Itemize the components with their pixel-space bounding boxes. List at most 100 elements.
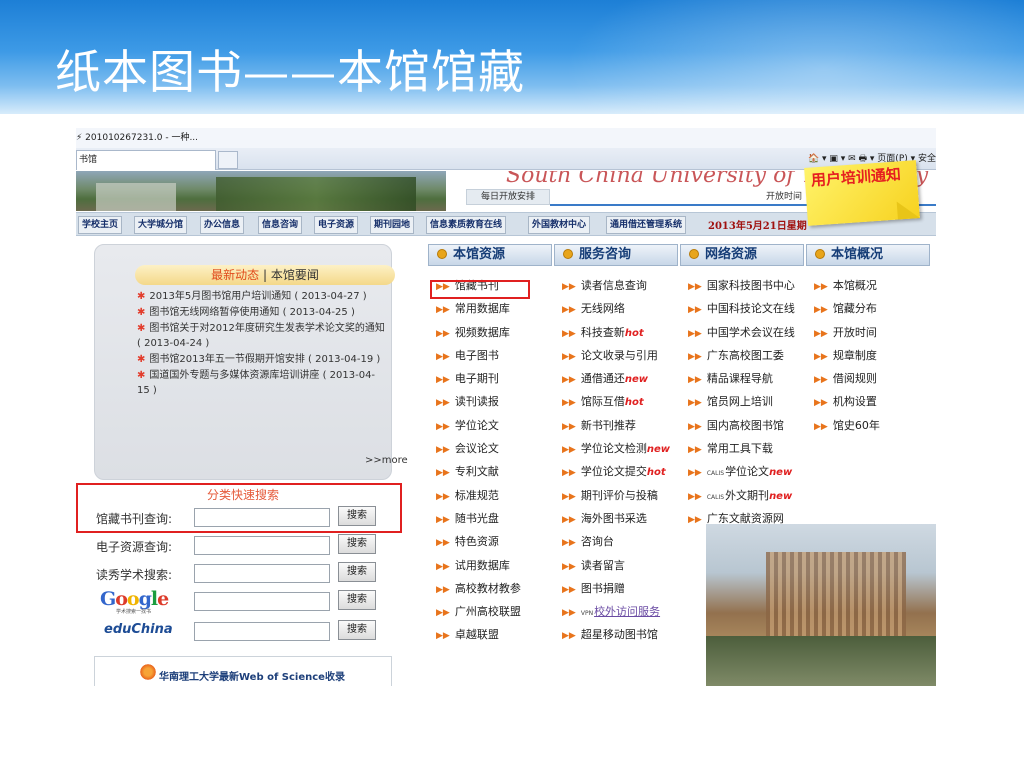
new-badge: new: [624, 374, 648, 386]
column-header: 服务咨询: [554, 244, 678, 266]
new-badge: new: [769, 467, 793, 479]
resource-link[interactable]: ▶▶ 常用数据库: [428, 297, 552, 320]
service-link[interactable]: ▶▶ 期刊评价与投稿: [554, 484, 678, 507]
service-link[interactable]: ▶▶ 馆际互借hot: [554, 390, 678, 413]
eresource-search-input[interactable]: [194, 536, 330, 555]
google-search-button[interactable]: 搜索: [338, 590, 376, 610]
overview-link[interactable]: ▶▶ 开放时间: [806, 321, 930, 344]
nav-journal-garden[interactable]: 期刊园地: [370, 216, 415, 234]
network-link[interactable]: ▶▶ 常用工具下载: [680, 437, 804, 460]
educhina-search-input[interactable]: [194, 622, 330, 641]
service-link[interactable]: ▶▶ 无线网络: [554, 297, 678, 320]
service-link[interactable]: ▶▶ 新书刊推荐: [554, 414, 678, 437]
resource-link[interactable]: ▶▶ 专利文献: [428, 460, 552, 483]
bullet-icon: [689, 249, 699, 259]
nav-university-city-branch[interactable]: 大学城分馆: [134, 216, 188, 234]
news-tab-latest[interactable]: 最新动态: [211, 268, 259, 282]
overview-link[interactable]: ▶▶ 馆藏分布: [806, 297, 930, 320]
open-time-label[interactable]: 开放时间: [766, 189, 802, 202]
resource-link[interactable]: ▶▶ 电子期刊: [428, 367, 552, 390]
bullet-icon: [563, 249, 573, 259]
duxiu-search-input[interactable]: [194, 564, 330, 583]
training-notice-sticky[interactable]: 用户培训通知: [804, 160, 920, 226]
network-link[interactable]: ▶▶ 中国科技论文在线: [680, 297, 804, 320]
network-link[interactable]: ▶▶ 国内高校图书馆: [680, 414, 804, 437]
resource-link[interactable]: ▶▶ 特色资源: [428, 530, 552, 553]
news-item[interactable]: ✱ 图书馆无线网络暂停使用通知 ( 2013-04-25 ): [137, 305, 387, 320]
overview-link[interactable]: ▶▶ 本馆概况: [806, 274, 930, 297]
resource-link[interactable]: ▶▶ 视频数据库: [428, 321, 552, 344]
arrow-icon: ▶▶: [688, 375, 702, 386]
arrow-icon: ▶▶: [436, 631, 450, 642]
arrow-icon: ▶▶: [436, 538, 450, 549]
service-link[interactable]: ▶▶ 超星移动图书馆: [554, 623, 678, 646]
arrow-icon: ▶▶: [562, 491, 576, 502]
news-item[interactable]: ✱ 2013年5月图书馆用户培训通知 ( 2013-04-27 ): [137, 289, 387, 304]
address-bar[interactable]: ⚡ 201010267231.0 - 一种...: [76, 128, 936, 148]
service-link[interactable]: ▶▶ VPN校外访问服务: [554, 600, 678, 623]
resource-link[interactable]: ▶▶ 会议论文: [428, 437, 552, 460]
overview-link[interactable]: ▶▶ 借阅规则: [806, 367, 930, 390]
network-link[interactable]: ▶▶ 中国学术会议在线: [680, 321, 804, 344]
google-search-input[interactable]: [194, 592, 330, 611]
overview-link[interactable]: ▶▶ 规章制度: [806, 344, 930, 367]
arrow-icon: ▶▶: [814, 398, 828, 409]
educhina-search-button[interactable]: 搜索: [338, 620, 376, 640]
service-link[interactable]: ▶▶ 学位论文提交hot: [554, 460, 678, 483]
service-link[interactable]: ▶▶ 图书捐赠: [554, 577, 678, 600]
network-link[interactable]: ▶▶ 广东高校图工委: [680, 344, 804, 367]
arrow-icon: ▶▶: [814, 282, 828, 292]
news-item[interactable]: ✱ 图书馆2013年五一节假期开馆安排 ( 2013-04-19 ): [137, 352, 387, 367]
service-link[interactable]: ▶▶ 通借通还new: [554, 367, 678, 390]
resource-link[interactable]: ▶▶ 广州高校联盟: [428, 600, 552, 623]
service-link[interactable]: ▶▶ 论文收录与引用: [554, 344, 678, 367]
network-link[interactable]: ▶▶ CALIS外文期刊new: [680, 484, 804, 507]
news-item[interactable]: ✱ 图书馆关于对2012年度研究生发表学术论文奖的通知 ( 2013-04-24 …: [137, 321, 387, 351]
opening-schedule-tab[interactable]: 每日开放安排: [466, 189, 550, 205]
network-link[interactable]: ▶▶ CALIS学位论文new: [680, 460, 804, 483]
service-link[interactable]: ▶▶ 咨询台: [554, 530, 678, 553]
resource-link[interactable]: ▶▶ 读刊读报: [428, 390, 552, 413]
resource-link[interactable]: ▶▶ 学位论文: [428, 414, 552, 437]
star-icon: ✱: [137, 354, 146, 365]
news-item[interactable]: ✱ 国道国外专题与多媒体资源库培训讲座 ( 2013-04-15 ): [137, 368, 387, 398]
wos-banner[interactable]: 华南理工大学最新Web of Science收录: [94, 656, 392, 686]
service-link[interactable]: ▶▶ 学位论文检测new: [554, 437, 678, 460]
duxiu-search-label: 读秀学术搜索:: [96, 568, 173, 582]
news-more-link[interactable]: >>more: [365, 455, 408, 466]
nav-foreign-textbook[interactable]: 外国教材中心: [528, 216, 591, 234]
hot-badge: hot: [624, 397, 644, 409]
overview-link[interactable]: ▶▶ 馆史60年: [806, 414, 930, 437]
new-tab-button[interactable]: [218, 151, 238, 169]
network-link[interactable]: ▶▶ 馆员网上培训: [680, 390, 804, 413]
duxiu-search-button[interactable]: 搜索: [338, 562, 376, 582]
column-header: 网络资源: [680, 244, 804, 266]
resource-link[interactable]: ▶▶ 卓越联盟: [428, 623, 552, 646]
service-link[interactable]: ▶▶ 读者信息查询: [554, 274, 678, 297]
arrow-icon: ▶▶: [688, 282, 702, 292]
resource-link[interactable]: ▶▶ 随书光盘: [428, 507, 552, 530]
nav-school-home[interactable]: 学校主页: [78, 216, 123, 234]
overview-link[interactable]: ▶▶ 机构设置: [806, 390, 930, 413]
resource-link[interactable]: ▶▶ 高校教材教参: [428, 577, 552, 600]
service-link[interactable]: ▶▶ 读者留言: [554, 554, 678, 577]
resource-link[interactable]: ▶▶ 试用数据库: [428, 554, 552, 577]
arrow-icon: ▶▶: [562, 514, 576, 525]
service-link[interactable]: ▶▶ 海外图书采选: [554, 507, 678, 530]
arrow-icon: ▶▶: [562, 445, 576, 456]
arrow-icon: ▶▶: [688, 305, 702, 316]
news-tab-library-news[interactable]: 本馆要闻: [271, 268, 319, 282]
nav-e-resources[interactable]: 电子资源: [314, 216, 359, 234]
network-link[interactable]: ▶▶ 国家科技图书中心: [680, 274, 804, 297]
nav-office-info[interactable]: 办公信息: [200, 216, 245, 234]
eresource-search-button[interactable]: 搜索: [338, 534, 376, 554]
resource-link[interactable]: ▶▶ 电子图书: [428, 344, 552, 367]
star-icon: ✱: [137, 307, 146, 318]
resource-link[interactable]: ▶▶ 标准规范: [428, 484, 552, 507]
nav-info-consult[interactable]: 信息咨询: [258, 216, 303, 234]
service-link[interactable]: ▶▶ 科技查新hot: [554, 321, 678, 344]
browser-tab[interactable]: 书馆: [76, 150, 216, 170]
network-link[interactable]: ▶▶ 精品课程导航: [680, 367, 804, 390]
nav-info-literacy[interactable]: 信息素质教育在线: [426, 216, 507, 234]
nav-circulation-system[interactable]: 通用借还管理系统: [606, 216, 687, 234]
